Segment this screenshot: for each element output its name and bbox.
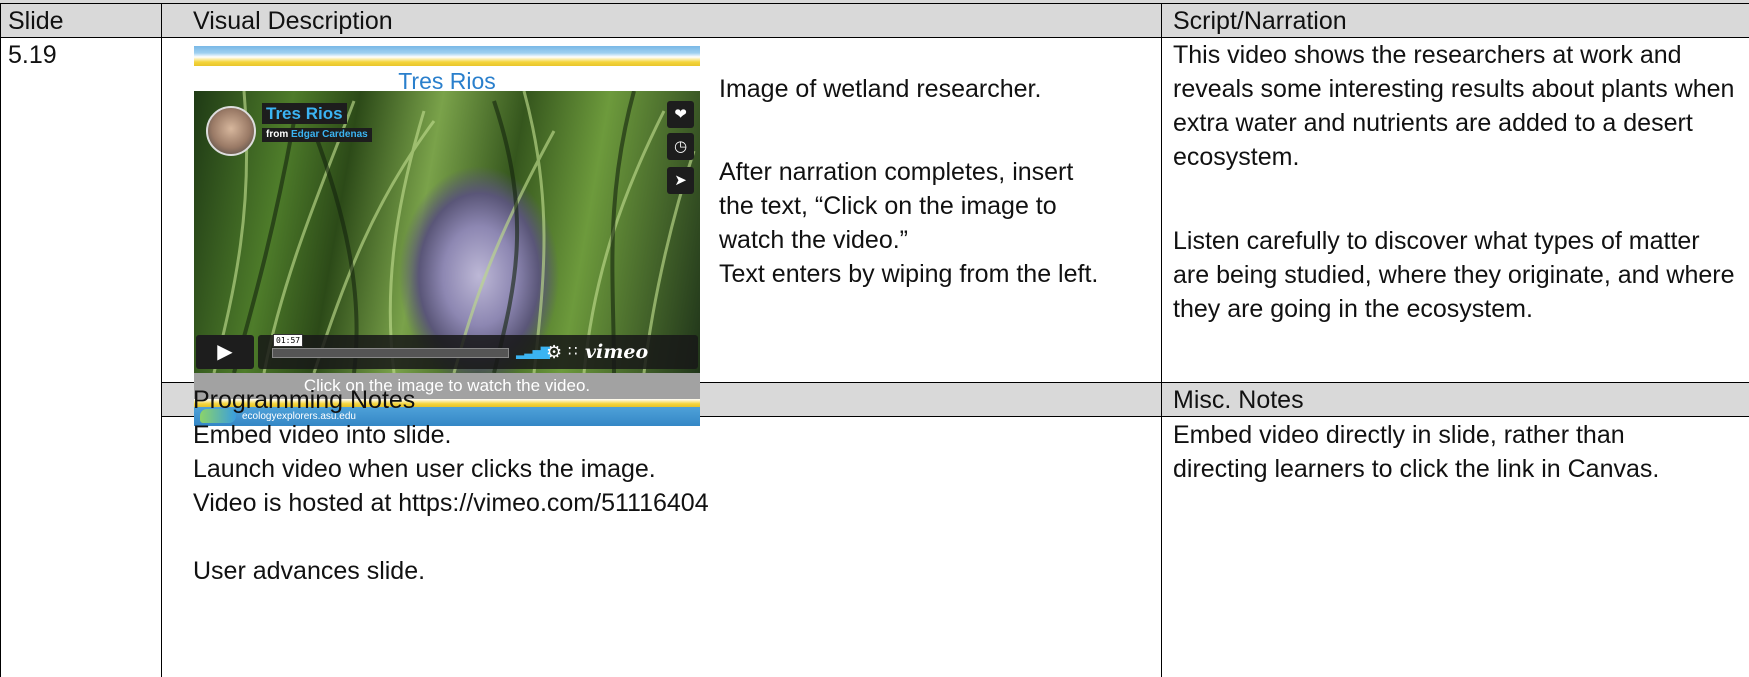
misc-notes-text: Embed video directly in slide, rather th… <box>1173 421 1660 483</box>
gear-icon[interactable]: ⚙ <box>546 341 562 363</box>
vimeo-logo[interactable]: vimeo <box>585 339 648 365</box>
play-icon[interactable]: ▶ <box>196 335 254 369</box>
narration-paragraph-1: This video shows the researchers at work… <box>1173 41 1735 171</box>
video-controls: ▶ 01:57 ▂▃▅▇ ⚙ ∷ vimeo <box>196 334 698 369</box>
slide-thumbnail[interactable]: Tres Rios Tres Rios from Edgar Cardenas … <box>194 46 700 426</box>
progress-track[interactable]: 01:57 <box>272 334 509 358</box>
visual-line-5: Text enters by wiping from the left. <box>719 260 1099 288</box>
programming-line-2: Launch video when user clicks the image. <box>193 455 656 483</box>
visual-line-3: the text, “Click on the image to <box>719 192 1057 220</box>
storyboard-table: Slide Visual Description Script/Narratio… <box>0 0 1749 677</box>
fullscreen-icon[interactable]: ∷ <box>568 341 578 363</box>
send-icon[interactable]: ➤ <box>667 167 694 194</box>
top-color-band <box>194 46 700 66</box>
video-byline: from Edgar Cardenas <box>262 128 372 142</box>
video-player[interactable]: Tres Rios from Edgar Cardenas ❤ ◷ ➤ ▶ 01… <box>194 91 700 373</box>
header-misc-notes: Misc. Notes <box>1173 386 1304 414</box>
video-timestamp: 01:57 <box>273 334 304 347</box>
programming-line-1: Embed video into slide. <box>193 421 452 449</box>
clock-icon[interactable]: ◷ <box>667 133 694 160</box>
header-programming-notes: Programming Notes <box>193 386 416 414</box>
from-label: from <box>266 129 289 140</box>
programming-line-3: Video is hosted at https://vimeo.com/511… <box>193 489 709 517</box>
author-avatar[interactable] <box>206 106 256 156</box>
video-title[interactable]: Tres Rios <box>262 103 347 124</box>
visual-line-2: After narration completes, insert <box>719 158 1074 186</box>
visual-line-1: Image of wetland researcher. <box>719 75 1042 103</box>
slide-number: 5.19 <box>8 41 57 69</box>
header-slide: Slide <box>8 7 64 35</box>
heart-icon[interactable]: ❤ <box>667 101 694 128</box>
header-script-narration: Script/Narration <box>1173 7 1347 35</box>
header-visual-description: Visual Description <box>193 7 393 35</box>
narration-paragraph-2: Listen carefully to discover what types … <box>1173 227 1735 323</box>
volume-icon[interactable]: ▂▃▅▇ <box>516 343 550 361</box>
visual-line-4: watch the video.” <box>719 226 908 254</box>
programming-line-4: User advances slide. <box>193 557 426 585</box>
video-author[interactable]: Edgar Cardenas <box>291 129 368 140</box>
control-bar: 01:57 ▂▃▅▇ ⚙ ∷ vimeo <box>258 334 698 369</box>
